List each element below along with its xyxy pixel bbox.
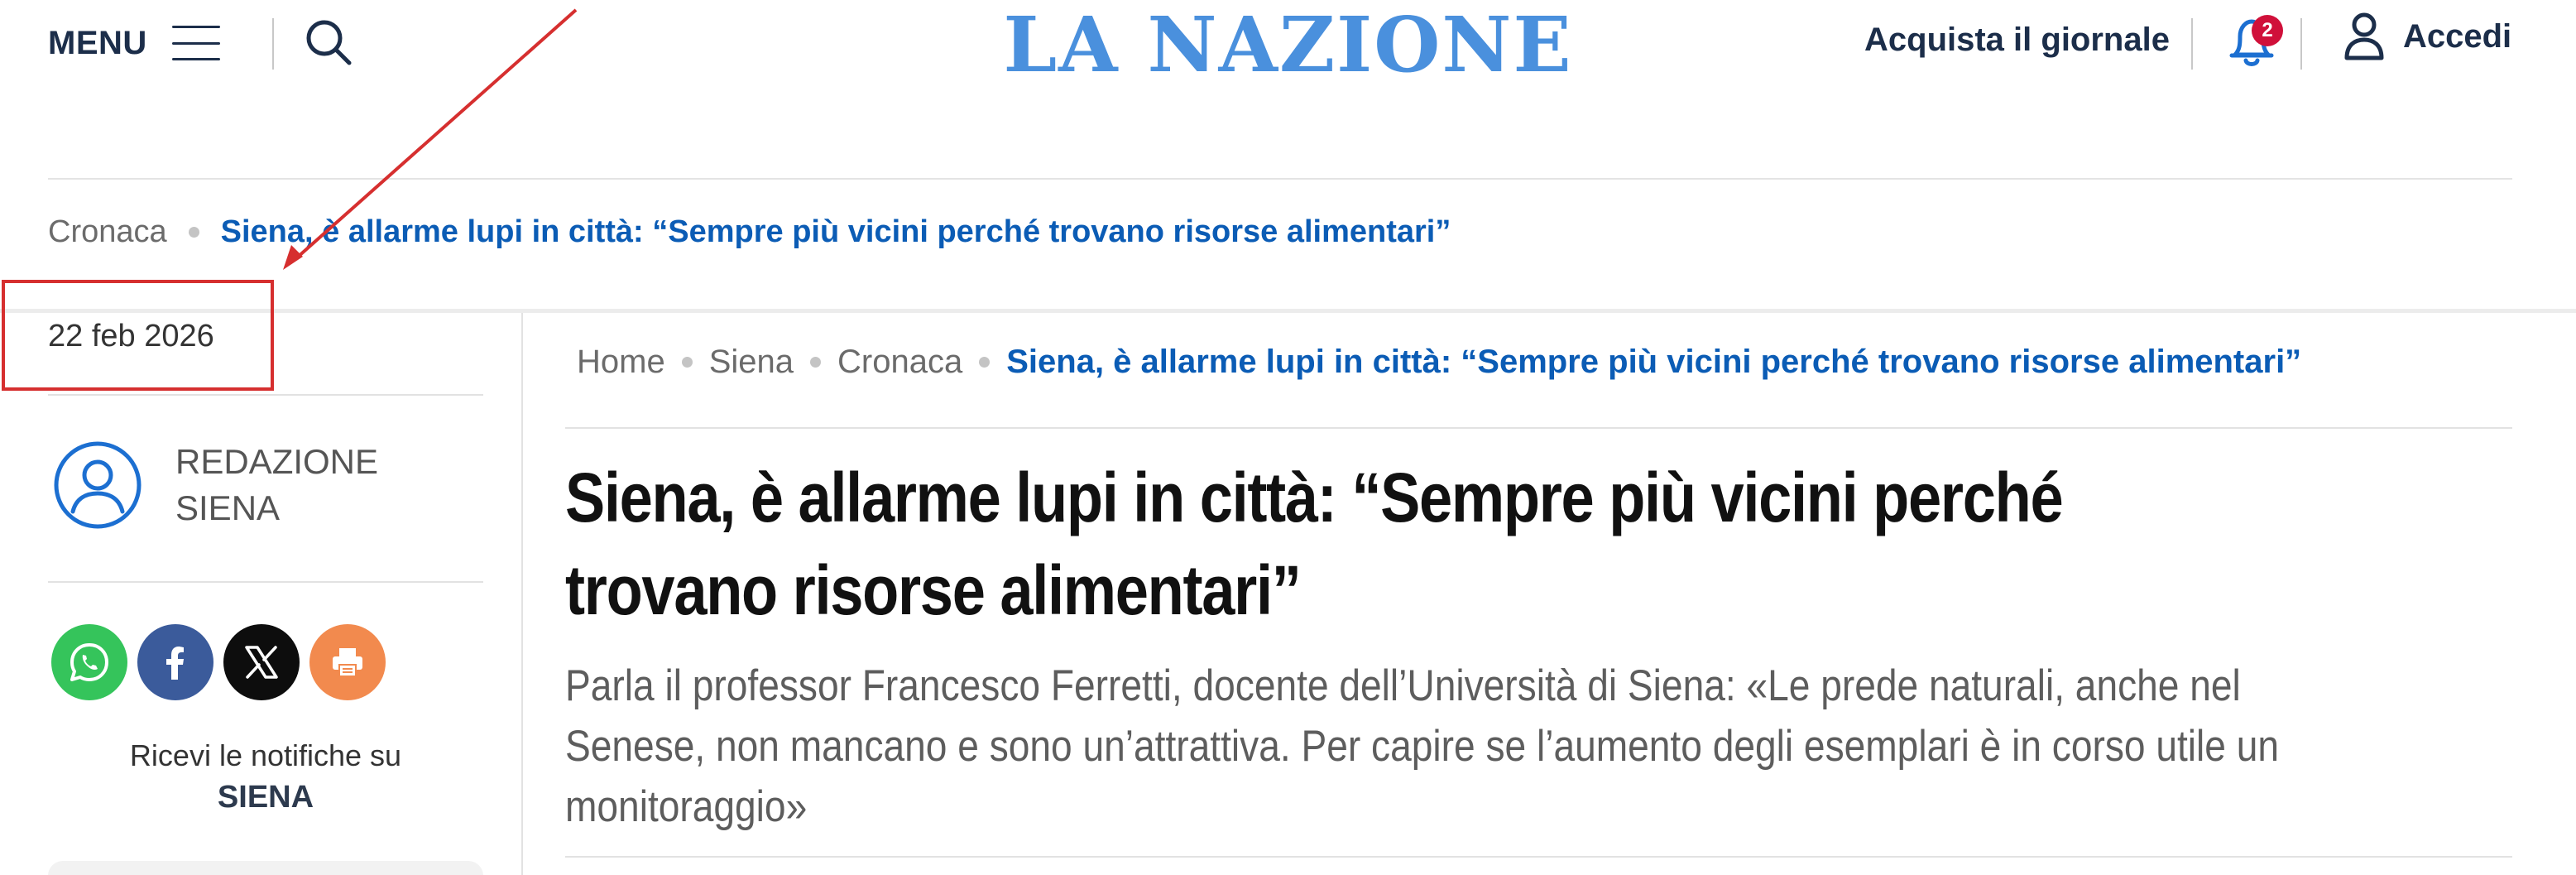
header-divider: [2300, 18, 2302, 70]
login-button[interactable]: Accedi: [2343, 12, 2511, 61]
breadcrumb-separator: [810, 356, 822, 368]
header-divider: [2191, 18, 2193, 70]
site-logo[interactable]: LA NAZIONE: [0, 2, 2576, 88]
login-label: Accedi: [2403, 17, 2512, 55]
x-icon: [245, 646, 278, 679]
share-x-button[interactable]: [223, 624, 300, 700]
notifications-button[interactable]: 2: [2222, 12, 2283, 71]
sidebar-box: [48, 861, 483, 875]
author-name: REDAZIONE SIENA: [175, 442, 379, 527]
divider: [48, 178, 2512, 180]
breadcrumb-item-cronaca[interactable]: Cronaca: [837, 344, 962, 381]
notify-city: SIENA: [217, 780, 314, 815]
author-byline[interactable]: REDAZIONE SIENA: [53, 439, 399, 531]
breadcrumb-item-cronaca[interactable]: Cronaca: [48, 214, 167, 250]
annotation-highlight-box: [2, 280, 274, 391]
share-print-button[interactable]: [309, 624, 386, 700]
print-icon: [333, 648, 362, 677]
breadcrumb-separator: [188, 226, 199, 238]
facebook-icon: [166, 647, 184, 680]
breadcrumb-current[interactable]: Siena, è allarme lupi in città: “Sempre …: [1006, 344, 2301, 381]
divider: [48, 581, 483, 583]
user-icon: [2344, 12, 2384, 60]
divider: [565, 427, 2512, 429]
breadcrumb-current[interactable]: Siena, è allarme lupi in città: “Sempre …: [221, 214, 1451, 250]
article-subtitle: Parla il professor Francesco Ferretti, d…: [565, 661, 2280, 831]
column-divider: [521, 313, 523, 875]
breadcrumb-separator: [979, 356, 991, 368]
share-buttons: [51, 624, 386, 700]
breadcrumb: Cronaca Siena, è allarme lupi in città: …: [48, 209, 1451, 255]
divider: [565, 856, 2512, 858]
article-breadcrumb: Home Siena Cronaca Siena, è allarme lupi…: [577, 338, 2301, 386]
whatsapp-icon: [70, 643, 108, 681]
notification-badge: 2: [2252, 15, 2283, 46]
notification-signup[interactable]: Ricevi le notifiche su SIENA: [48, 735, 483, 818]
share-facebook-button[interactable]: [137, 624, 213, 700]
breadcrumb-separator: [681, 356, 693, 368]
site-header: MENU LA NAZIONE Acquista il giornale 2 A…: [0, 0, 2576, 91]
buy-newspaper-link[interactable]: Acquista il giornale: [1864, 22, 2170, 59]
author-avatar-icon: [54, 441, 142, 529]
divider: [48, 394, 483, 396]
article-title: Siena, è allarme lupi in città: “Sempre …: [565, 459, 2064, 629]
breadcrumb-item-siena[interactable]: Siena: [709, 344, 794, 381]
divider: [0, 309, 2576, 313]
breadcrumb-item-home[interactable]: Home: [577, 344, 665, 381]
notify-text: Ricevi le notifiche su: [129, 738, 402, 772]
share-whatsapp-button[interactable]: [51, 624, 127, 700]
